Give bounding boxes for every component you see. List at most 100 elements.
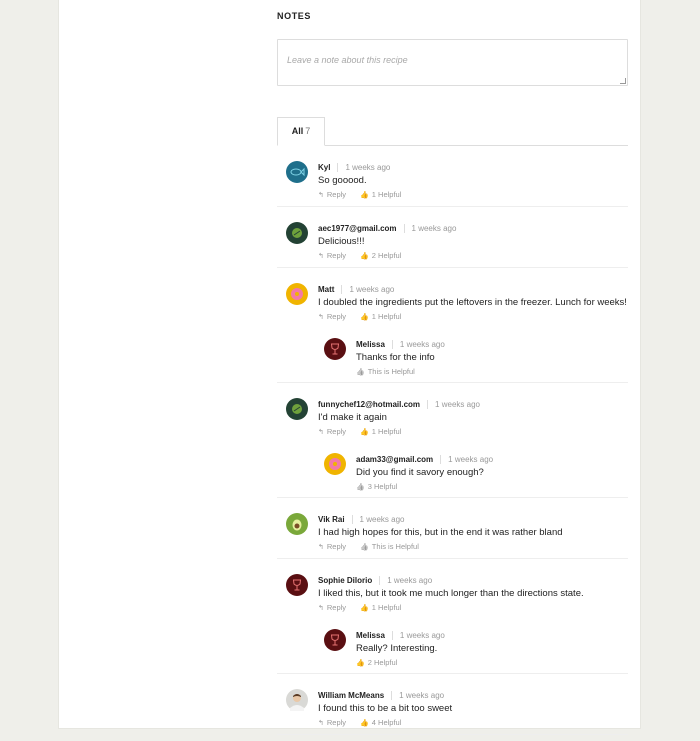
comment-text: Delicious!!! xyxy=(318,236,365,247)
comment-author: adam33@gmail.com xyxy=(356,455,434,464)
reply-button[interactable]: ↰ Reply xyxy=(318,251,346,260)
comment-text: Did you find it savory enough? xyxy=(356,467,484,478)
reply-arrow-icon: ↰ xyxy=(318,314,324,321)
helpful-button[interactable]: 👍 1 Helpful xyxy=(360,427,401,436)
herb-avatar-icon xyxy=(286,222,308,244)
reply-label: Reply xyxy=(326,718,347,727)
comment-time: 1 weeks ago xyxy=(387,576,433,585)
reply-label: Reply xyxy=(326,603,347,612)
helpful-label: 3 Helpful xyxy=(367,482,398,491)
resize-grip-icon[interactable] xyxy=(620,78,626,84)
comment-actions: ↰ Reply 👍 1 Helpful xyxy=(318,312,415,321)
meta-divider xyxy=(351,515,353,525)
comment-actions: ↰ Reply 👍 1 Helpful xyxy=(318,427,415,436)
comment-text: I doubled the ingredients put the leftov… xyxy=(318,297,627,308)
reply-comment: Melissa 1 weeks ago Really? Interesting. 👍 2… xyxy=(315,619,628,673)
reply-button[interactable]: ↰ Reply xyxy=(318,190,346,199)
helpful-label: 2 Helpful xyxy=(371,251,402,260)
comment-time: 1 weeks ago xyxy=(399,340,445,349)
herb-avatar-icon xyxy=(286,398,308,420)
helpful-label: 1 Helpful xyxy=(371,312,402,321)
reply-arrow-icon: ↰ xyxy=(318,605,324,612)
reply-comment: adam33@gmail.com 1 weeks ago Did you find … xyxy=(315,443,628,497)
helpful-button[interactable]: 👍 2 Helpful xyxy=(356,658,397,667)
helpful-label: 1 Helpful xyxy=(371,603,402,612)
thumbs-up-icon: 👍 xyxy=(360,544,369,551)
helpful-button[interactable]: 👍 4 Helpful xyxy=(360,718,401,727)
comment-text: Really? Interesting. xyxy=(356,643,438,654)
note-textarea[interactable] xyxy=(278,40,627,85)
meta-divider xyxy=(391,631,393,641)
comment-actions: 👍 2 Helpful xyxy=(356,658,411,667)
reply-button[interactable]: ↰ Reply xyxy=(318,542,346,551)
person-photo-avatar xyxy=(286,689,308,711)
comment-meta: Matt 1 weeks ago xyxy=(318,285,395,295)
note-input-box[interactable] xyxy=(277,39,628,86)
thumbs-up-icon: 👍 xyxy=(360,720,369,727)
comment-meta: Melissa 1 weeks ago xyxy=(356,340,445,350)
helpful-button[interactable]: 👍 2 Helpful xyxy=(360,251,401,260)
helpful-button[interactable]: 👍 This is Helpful xyxy=(356,367,415,376)
reply-comment: Melissa 1 weeks ago Thanks for the info 👍 Th… xyxy=(315,328,628,382)
wine-avatar-icon xyxy=(286,574,308,596)
comment-author: William McMeans xyxy=(318,691,385,700)
reply-arrow-icon: ↰ xyxy=(318,720,324,727)
fish-avatar-icon xyxy=(286,161,308,183)
comment-meta: adam33@gmail.com 1 weeks ago xyxy=(356,455,494,465)
comment: William McMeans 1 weeks ago I found this t… xyxy=(277,674,628,734)
comment-actions: ↰ Reply 👍 1 Helpful xyxy=(318,190,415,199)
comment-author: Matt xyxy=(318,285,335,294)
reply-button[interactable]: ↰ Reply xyxy=(318,312,346,321)
donut-avatar-icon xyxy=(324,453,346,475)
comment-time: 1 weeks ago xyxy=(349,285,395,294)
comment-author: Sophie Dilorio xyxy=(318,576,373,585)
comment-text: I found this to be a bit too sweet xyxy=(318,703,453,714)
thumbs-up-icon: 👍 xyxy=(360,605,369,612)
comment-time: 1 weeks ago xyxy=(359,515,405,524)
comment-meta: funnychef12@hotmail.com 1 weeks ago xyxy=(318,400,480,410)
helpful-button[interactable]: 👍 This is Helpful xyxy=(360,542,419,551)
comment-thread: Matt 1 weeks ago I doubled the ingredients… xyxy=(277,268,628,383)
recipe-page: NOTES All7 Kyl1 weeks agoSo gooood.↰Repl… xyxy=(58,0,641,735)
reply-arrow-icon: ↰ xyxy=(318,544,324,551)
comment: Matt 1 weeks ago I doubled the ingredients… xyxy=(277,268,628,328)
comment-meta: Kyl 1 weeks ago xyxy=(318,163,391,173)
donut-avatar-icon xyxy=(286,283,308,305)
comment-author: funnychef12@hotmail.com xyxy=(318,400,421,409)
comment-text: I liked this, but it took me much longer… xyxy=(318,588,584,599)
meta-divider xyxy=(403,224,405,234)
comment-tabs: All 7 xyxy=(277,117,628,146)
thumbs-up-icon: 👍 xyxy=(360,314,369,321)
comment-author: Vik Rai xyxy=(318,515,345,524)
comment-actions: ↰ Reply 👍 2 Helpful xyxy=(318,251,415,260)
wine-avatar-icon xyxy=(324,338,346,360)
meta-divider xyxy=(341,285,343,295)
helpful-button[interactable]: 👍 1 Helpful xyxy=(360,603,401,612)
comment-thread: William McMeans 1 weeks ago I found this t… xyxy=(277,674,628,735)
helpful-label: This is Helpful xyxy=(367,367,415,376)
reply-button[interactable]: ↰ Reply xyxy=(318,718,346,727)
thumbs-up-icon: 👍 xyxy=(356,484,365,491)
reply-button[interactable]: ↰ Reply xyxy=(318,603,346,612)
comment-text: So gooood. xyxy=(318,175,367,186)
comment-list: Kyl 1 weeks ago So gooood. ↰ Reply 👍 1 Helpful… xyxy=(277,146,628,735)
wine-avatar-icon xyxy=(324,629,346,651)
comment-text: Thanks for the info xyxy=(356,352,435,363)
helpful-button[interactable]: 👍 3 Helpful xyxy=(356,482,397,491)
comment-actions: ↰ Reply 👍 4 Helpful xyxy=(318,718,415,727)
thumbs-up-icon: 👍 xyxy=(356,660,365,667)
comment: funnychef12@hotmail.com 1 weeks ago I'd ma… xyxy=(277,383,628,443)
comment-time: 1 weeks ago xyxy=(345,163,391,172)
tab-all[interactable]: All 7 xyxy=(277,117,325,146)
comment-meta: Sophie Dilorio 1 weeks ago xyxy=(318,576,433,586)
helpful-button[interactable]: 👍 1 Helpful xyxy=(360,190,401,199)
comment-time: 1 weeks ago xyxy=(448,455,494,464)
reply-button[interactable]: ↰ Reply xyxy=(318,427,346,436)
helpful-button[interactable]: 👍 1 Helpful xyxy=(360,312,401,321)
comment-actions: 👍 3 Helpful xyxy=(356,482,411,491)
comment-thread: funnychef12@hotmail.com 1 weeks ago I'd ma… xyxy=(277,383,628,498)
comment: aec1977@gmail.com 1 weeks ago Delicious!!!… xyxy=(277,207,628,267)
thumbs-up-icon: 👍 xyxy=(360,429,369,436)
reply-arrow-icon: ↰ xyxy=(318,253,324,260)
comment-meta: Melissa 1 weeks ago xyxy=(356,631,445,641)
